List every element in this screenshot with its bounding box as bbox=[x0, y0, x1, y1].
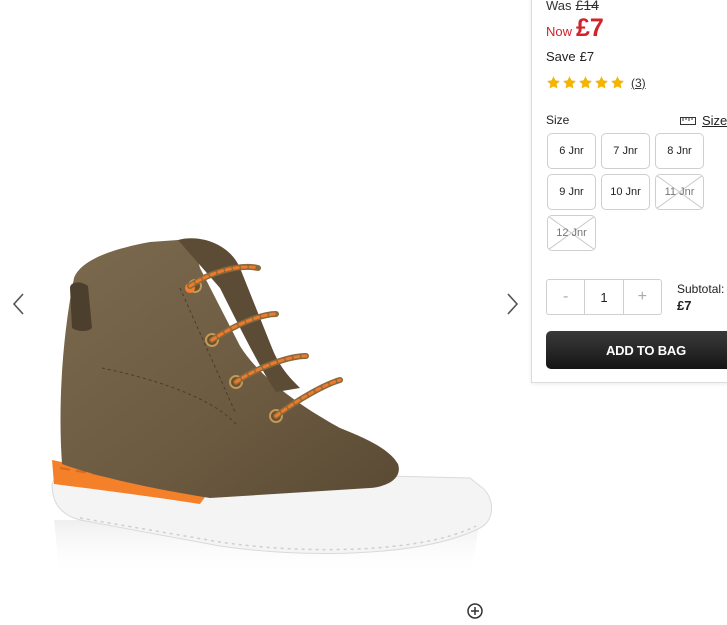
was-price-value: £14 bbox=[575, 0, 599, 13]
ruler-icon bbox=[680, 116, 696, 125]
quantity-stepper: - 1 + bbox=[546, 279, 662, 315]
star-icon bbox=[611, 76, 624, 89]
was-label: Was bbox=[546, 0, 572, 13]
subtotal-value: £7 bbox=[677, 298, 692, 313]
previous-image-button[interactable] bbox=[8, 289, 30, 319]
quantity-increase-button[interactable]: + bbox=[624, 280, 661, 314]
star-icon bbox=[595, 76, 608, 89]
now-price-value: £7 bbox=[576, 14, 604, 42]
size-guide-label: Size bbox=[702, 113, 727, 128]
size-option-label: 12 Jnr bbox=[556, 227, 587, 239]
rating-stars bbox=[546, 75, 626, 90]
size-option[interactable]: 9 Jnr bbox=[547, 174, 596, 210]
size-option: 11 Jnr bbox=[655, 174, 704, 210]
star-icon bbox=[563, 76, 576, 89]
subtotal-label: Subtotal: bbox=[677, 282, 725, 296]
size-option[interactable]: 10 Jnr bbox=[601, 174, 650, 210]
save-amount: Save £7 bbox=[546, 49, 594, 64]
save-label: Save bbox=[546, 49, 576, 64]
size-option-label: 8 Jnr bbox=[667, 145, 692, 157]
size-guide-link[interactable]: Size bbox=[680, 113, 727, 128]
size-label: Size bbox=[546, 113, 570, 127]
size-option-label: 6 Jnr bbox=[559, 145, 584, 157]
was-price: Was £14 bbox=[546, 0, 599, 13]
now-price: Now £7 bbox=[546, 14, 604, 43]
product-image-boot bbox=[51, 238, 493, 578]
add-to-bag-button[interactable]: ADD TO BAG bbox=[546, 331, 727, 369]
star-icon bbox=[547, 76, 560, 89]
save-value: £7 bbox=[579, 49, 595, 64]
star-rating[interactable]: (3) bbox=[546, 75, 646, 90]
size-option[interactable]: 7 Jnr bbox=[601, 133, 650, 169]
product-purchase-panel: Was £14 Now £7 Save £7 (3) Size Size 6 Jnr 7… bbox=[531, 0, 727, 383]
product-gallery bbox=[0, 0, 530, 619]
review-count-link[interactable]: (3) bbox=[631, 76, 646, 90]
zoom-button[interactable] bbox=[466, 602, 484, 620]
quantity-decrease-button[interactable]: - bbox=[547, 280, 584, 314]
star-icon bbox=[579, 76, 592, 89]
size-option-label: 7 Jnr bbox=[613, 145, 638, 157]
now-label: Now bbox=[546, 24, 573, 39]
zoom-icon bbox=[467, 603, 483, 619]
quantity-input[interactable]: 1 bbox=[584, 280, 624, 314]
size-option-label: 10 Jnr bbox=[610, 186, 641, 198]
size-option: 12 Jnr bbox=[547, 215, 596, 251]
size-option[interactable]: 8 Jnr bbox=[655, 133, 704, 169]
size-option-label: 11 Jnr bbox=[664, 186, 695, 198]
size-option-label: 9 Jnr bbox=[559, 186, 584, 198]
size-option[interactable]: 6 Jnr bbox=[547, 133, 596, 169]
chevron-left-icon bbox=[12, 293, 24, 315]
